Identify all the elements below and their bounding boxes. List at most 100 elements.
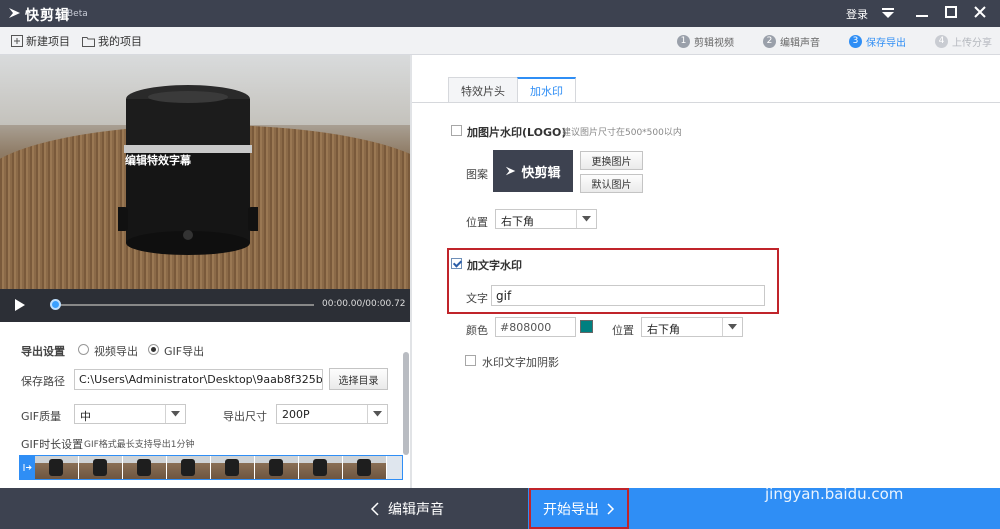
text-position-select[interactable]: 右下角: [641, 317, 743, 337]
filmstrip-frame: [79, 456, 123, 479]
step-label: 编辑声音: [780, 37, 820, 49]
choose-dir-button[interactable]: 选择目录: [329, 368, 388, 390]
folder-icon: [82, 36, 95, 47]
panel-divider: [410, 55, 412, 488]
tab-underline: [412, 102, 1000, 103]
gif-export-radio[interactable]: [148, 344, 159, 355]
filmstrip-frame: [211, 456, 255, 479]
start-export-button[interactable]: 开始导出: [529, 488, 629, 529]
text-watermark-label[interactable]: 加文字水印: [467, 257, 522, 273]
filmstrip-frame: [167, 456, 211, 479]
image-watermark-checkbox[interactable]: [451, 125, 462, 136]
image-watermark-label[interactable]: 加图片水印(LOGO): [467, 124, 566, 140]
chevron-down-icon: [576, 210, 596, 228]
export-settings-label: 导出设置: [21, 345, 65, 358]
filmstrip-frame: [255, 456, 299, 479]
baidu-watermark: Baidu经验: [763, 449, 937, 487]
settings-scrollbar[interactable]: [403, 352, 409, 455]
my-projects-label: 我的项目: [98, 35, 142, 48]
color-swatch[interactable]: [580, 320, 593, 333]
position-label: 位置: [466, 216, 488, 229]
minimize-icon[interactable]: [912, 4, 932, 22]
default-image-button[interactable]: 默认图片: [580, 174, 643, 193]
title-bar: 快剪辑 Beta 登录: [0, 0, 1000, 27]
filmstrip-frame: [299, 456, 343, 479]
gif-quality-select[interactable]: 中: [74, 404, 186, 424]
rice-cooker-image: [118, 85, 258, 255]
chevron-left-icon: [370, 502, 379, 516]
export-button-label: 开始导出: [543, 501, 599, 518]
back-button-label: 编辑声音: [388, 502, 444, 518]
baidu-watermark-url: jingyan.baidu.com: [765, 485, 904, 503]
image-position-select[interactable]: 右下角: [495, 209, 597, 229]
export-settings-panel: 导出设置 视频导出 GIF导出 保存路径 C:\Users\Administra…: [0, 322, 410, 488]
gif-export-label[interactable]: GIF导出: [164, 343, 204, 359]
image-position-value: 右下角: [501, 215, 534, 228]
pattern-label: 图案: [466, 168, 488, 181]
app-logo-icon: [506, 166, 516, 176]
maximize-icon[interactable]: [941, 4, 961, 22]
video-caption: 编辑特效字幕: [125, 154, 191, 167]
text-watermark-checkbox[interactable]: [451, 258, 462, 269]
step-number: 1: [677, 34, 690, 48]
step-number: 2: [763, 34, 776, 48]
step-edit-audio[interactable]: 2 编辑声音: [763, 33, 820, 49]
chevron-down-icon: [165, 405, 185, 423]
text-shadow-checkbox[interactable]: [465, 355, 476, 366]
export-size-value: 200P: [282, 408, 310, 421]
text-position-value: 右下角: [647, 323, 680, 336]
tab-intro-effects[interactable]: 特效片头: [448, 77, 518, 103]
gif-duration-filmstrip[interactable]: [19, 455, 403, 480]
back-edit-audio-button[interactable]: 编辑声音: [370, 499, 444, 519]
play-icon[interactable]: [14, 298, 26, 312]
filmstrip-frame: [123, 456, 167, 479]
gif-quality-label: GIF质量: [21, 410, 62, 423]
step-label: 剪辑视频: [694, 37, 734, 49]
watermark-text-input[interactable]: gif: [491, 285, 765, 306]
change-image-button[interactable]: 更换图片: [580, 151, 643, 170]
gif-duration-label: GIF时长设置: [21, 438, 84, 451]
toolbar: 新建项目 我的项目 1 剪辑视频 2 编辑声音 3 保存导出 4 上传分享: [0, 27, 1000, 55]
video-export-label[interactable]: 视频导出: [94, 343, 138, 359]
menu-icon[interactable]: [878, 4, 898, 22]
step-upload-share: 4 上传分享: [935, 33, 992, 49]
filmstrip-frame: [35, 456, 79, 479]
color-label: 颜色: [466, 324, 488, 337]
text-position-label: 位置: [612, 324, 634, 337]
logo-preview: 快剪辑: [493, 150, 573, 192]
beta-badge: Beta: [67, 9, 88, 19]
arrow-right-bar-icon: [23, 464, 32, 471]
logo-preview-text: 快剪辑: [521, 165, 561, 181]
text-shadow-label[interactable]: 水印文字加阴影: [482, 354, 559, 370]
chevron-right-icon: [607, 502, 615, 515]
range-start-handle[interactable]: [20, 456, 35, 479]
login-link[interactable]: 登录: [846, 6, 868, 22]
save-path-label: 保存路径: [21, 375, 65, 388]
video-export-radio[interactable]: [78, 344, 89, 355]
gif-quality-value: 中: [80, 410, 91, 423]
step-number: 3: [849, 34, 862, 48]
step-save-export[interactable]: 3 保存导出: [849, 33, 906, 49]
my-projects-button[interactable]: 我的项目: [82, 33, 142, 49]
save-path-input[interactable]: C:\Users\Administrator\Desktop\9aab8f325…: [74, 369, 323, 390]
filmstrip-frame: [343, 456, 387, 479]
new-project-label: 新建项目: [26, 35, 70, 48]
progress-track[interactable]: [54, 304, 314, 306]
image-watermark-hint: 建议图片尺寸在500*500以内: [562, 128, 682, 138]
progress-knob[interactable]: [50, 299, 61, 310]
new-project-button[interactable]: 新建项目: [11, 33, 70, 49]
step-number: 4: [935, 34, 948, 48]
step-edit-video[interactable]: 1 剪辑视频: [677, 33, 734, 49]
close-icon[interactable]: [970, 4, 990, 22]
plus-square-icon: [11, 35, 23, 47]
color-input[interactable]: #808000: [495, 317, 576, 337]
step-label: 上传分享: [952, 37, 992, 49]
player-controls: 00:00.00/00:00.72: [0, 289, 410, 322]
export-size-select[interactable]: 200P: [276, 404, 388, 424]
chevron-down-icon: [722, 318, 742, 336]
time-readout: 00:00.00/00:00.72: [322, 299, 406, 309]
export-size-label: 导出尺寸: [223, 410, 267, 423]
video-preview: 编辑特效字幕: [0, 55, 410, 289]
text-label: 文字: [466, 292, 488, 305]
tab-add-watermark[interactable]: 加水印: [517, 77, 576, 103]
